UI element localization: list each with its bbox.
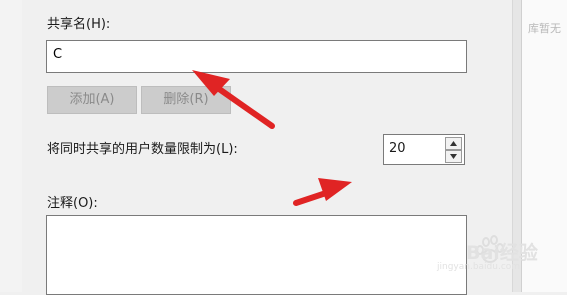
background-text: 库暂无 xyxy=(528,22,561,35)
chevron-down-icon xyxy=(450,154,457,159)
add-button[interactable]: 添加(A) xyxy=(47,86,137,114)
left-window-frame xyxy=(0,0,23,292)
share-name-value: C xyxy=(53,47,63,62)
chevron-up-icon xyxy=(450,141,457,146)
comment-textarea[interactable] xyxy=(46,215,467,295)
user-limit-spinner[interactable]: 20 xyxy=(383,134,465,165)
user-limit-value: 20 xyxy=(389,141,406,156)
user-limit-label: 将同时共享的用户数量限制为(L): xyxy=(47,142,238,157)
spinner-up-button[interactable] xyxy=(445,137,462,150)
share-name-label: 共享名(H): xyxy=(47,17,111,32)
watermark-text: Bai经验 xyxy=(466,242,538,264)
remove-button[interactable]: 删除(R) xyxy=(141,86,231,114)
spinner-down-button[interactable] xyxy=(445,150,462,163)
watermark-subtext: jingyan.baidu.com xyxy=(437,262,521,272)
share-name-input[interactable]: C xyxy=(46,40,467,73)
comment-label: 注释(O): xyxy=(47,196,98,211)
